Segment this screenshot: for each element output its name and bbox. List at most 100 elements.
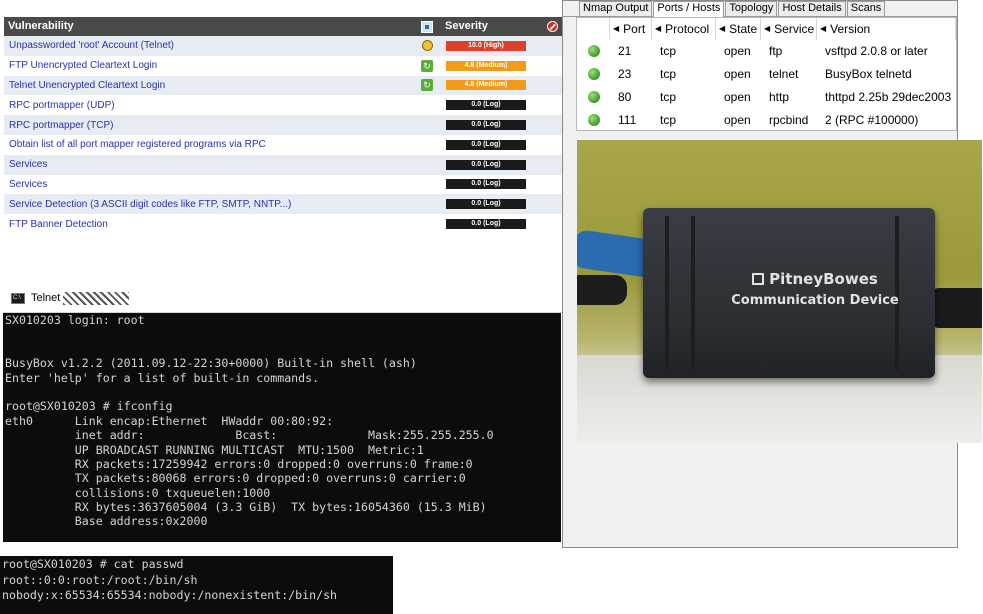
vulnerability-name-link[interactable]: FTP Unencrypted Cleartext Login xyxy=(4,60,413,71)
vulnerability-name-link[interactable]: Unpassworded 'root' Account (Telnet) xyxy=(4,40,413,51)
status-cell xyxy=(577,86,610,109)
port-row[interactable]: 21 tcp open ftp vsftpd 2.0.8 or later xyxy=(577,40,956,63)
sort-arrow-icon: ◀ xyxy=(719,24,726,33)
vulnerability-row[interactable]: Telnet Unencrypted Cleartext Login ↻ 4.8 (… xyxy=(4,75,562,96)
vulnerability-column-header[interactable]: Vulnerability xyxy=(4,17,413,36)
severity-cell: 0.0 (Log) xyxy=(441,199,562,210)
open-status-icon xyxy=(588,91,600,103)
tab-ports-hosts[interactable]: Ports / Hosts xyxy=(653,1,725,17)
open-status-icon xyxy=(588,45,600,57)
severity-badge: 0.0 (Log) xyxy=(446,159,526,170)
port-row[interactable]: 80 tcp open http thttpd 2.25b 29dec2003 xyxy=(577,86,956,109)
severity-badge: 0.0 (Log) xyxy=(446,219,526,230)
terminal-line: root@SX010203 # cat passwd xyxy=(2,557,184,571)
refresh-icon: ↻ xyxy=(421,59,433,72)
column-header-label: State xyxy=(729,22,758,36)
vulnerability-name-link[interactable]: FTP Banner Detection xyxy=(4,219,413,230)
vulnerability-row[interactable]: RPC portmapper (TCP) 0.0 (Log) xyxy=(4,115,562,135)
vulnerability-header: Vulnerability Severity xyxy=(4,17,562,36)
protocol-cell: tcp xyxy=(660,113,677,127)
severity-badge: 0.0 (Log) xyxy=(446,139,526,150)
terminal-line: root@SX010203 # ifconfig xyxy=(5,399,173,414)
severity-badge: 0.0 (Log) xyxy=(446,100,526,111)
tab-nmap-output[interactable]: Nmap Output xyxy=(579,1,653,16)
vulnerability-name-link[interactable]: Service Detection (3 ASCII digit codes l… xyxy=(4,199,413,210)
severity-header-label: Severity xyxy=(445,20,488,32)
column-header-state[interactable]: ◀ State xyxy=(716,18,761,40)
status-cell xyxy=(577,63,610,86)
vulnerability-row[interactable]: FTP Unencrypted Cleartext Login ↻ 4.8 (Med… xyxy=(4,56,562,76)
column-header-port[interactable]: ◀ Port xyxy=(610,18,652,40)
column-header-label: Port xyxy=(623,22,646,36)
tab-topology[interactable]: Topology xyxy=(725,1,778,16)
vulnerability-row[interactable]: Obtain list of all port mapper registere… xyxy=(4,135,562,155)
column-header-protocol[interactable]: ◀ Protocol xyxy=(652,18,716,40)
vulnerability-name-link[interactable]: Services xyxy=(4,179,413,190)
state-cell: open xyxy=(724,67,751,81)
sort-arrow-icon: ◀ xyxy=(655,24,662,33)
vulnerability-row[interactable]: FTP Banner Detection 0.0 (Log) xyxy=(4,214,562,234)
column-header-label: Version xyxy=(830,22,871,36)
passwd-terminal-output[interactable]: root@SX010203 # cat passwd root::0:0:root… xyxy=(0,556,393,614)
state-cell: open xyxy=(724,90,751,104)
vulnerability-row[interactable]: Services 0.0 (Log) xyxy=(4,154,562,175)
no-entry-icon xyxy=(547,21,558,32)
telnet-titlebar[interactable]: C:\ Telnet xyxy=(3,284,561,313)
terminal-line: RX bytes:3637605004 (3.3 GiB) TX bytes:1… xyxy=(5,500,487,515)
column-header-version[interactable]: ◀ Version xyxy=(817,18,956,40)
telnet-terminal-output[interactable]: SX010203 login: root BusyBox v1.2.2 (2011… xyxy=(3,313,561,542)
terminal-icon: C:\ xyxy=(11,292,25,304)
filter-column-header[interactable] xyxy=(413,17,441,36)
port-row[interactable]: 111 tcp open rpcbind 2 (RPC #100000) xyxy=(577,109,956,132)
tab-host-details[interactable]: Host Details xyxy=(778,1,846,16)
port-cell: 23 xyxy=(618,67,632,81)
tab-scans[interactable]: Scans xyxy=(846,1,886,16)
severity-badge: 0.0 (Log) xyxy=(446,179,526,190)
severity-cell: 0.0 (Log) xyxy=(441,179,562,190)
telnet-window-title: Telnet xyxy=(31,292,61,304)
device-brand-text: PitneyBowes xyxy=(769,270,878,288)
severity-cell: 0.0 (Log) xyxy=(441,120,562,131)
terminal-line: TX packets:80068 errors:0 dropped:0 over… xyxy=(5,471,466,486)
protocol-cell: tcp xyxy=(660,67,677,81)
version-cell: thttpd 2.25b 29dec2003 xyxy=(825,90,952,104)
vulnerability-row[interactable]: Service Detection (3 ASCII digit codes l… xyxy=(4,194,562,215)
vulnerability-name-link[interactable]: Services xyxy=(4,159,413,170)
severity-badge: 4.8 (Medium) xyxy=(446,80,526,91)
vulnerability-name-link[interactable]: RPC portmapper (UDP) xyxy=(4,100,413,111)
severity-column-header[interactable]: Severity xyxy=(441,17,562,36)
terminal-line: Base address:0x2000 xyxy=(5,514,208,529)
vulnerability-icon-cell: ↻ xyxy=(413,59,441,72)
severity-cell: 4.8 (Medium) xyxy=(441,80,562,91)
open-status-icon xyxy=(588,114,600,126)
severity-cell: 4.8 (Medium) xyxy=(441,60,562,71)
port-cell: 111 xyxy=(618,113,637,127)
vulnerability-panel: Vulnerability Severity Unpassworded 'roo… xyxy=(4,17,562,237)
service-cell: http xyxy=(769,90,790,104)
service-cell: rpcbind xyxy=(769,113,809,127)
column-header-label: Protocol xyxy=(665,22,710,36)
terminal-line: nobody:x:65534:65534:nobody:/nonexistent… xyxy=(2,588,338,602)
state-cell: open xyxy=(724,44,751,58)
severity-cell: 0.0 (Log) xyxy=(441,139,562,150)
vulnerability-name-link[interactable]: Obtain list of all port mapper registere… xyxy=(4,139,413,150)
vulnerability-row[interactable]: RPC portmapper (UDP) 0.0 (Log) xyxy=(4,95,562,115)
vulnerability-row[interactable]: Unpassworded 'root' Account (Telnet) 10.0… xyxy=(4,36,562,56)
communication-device: PitneyBowes Communication Device xyxy=(643,208,935,378)
port-cell: 80 xyxy=(618,90,632,104)
telnet-window: C:\ Telnet SX010203 login: root BusyBox v… xyxy=(3,284,561,542)
port-row[interactable]: 23 tcp open telnet BusyBox telnetd xyxy=(577,63,956,86)
vulnerability-name-link[interactable]: RPC portmapper (TCP) xyxy=(4,120,413,131)
column-header-service[interactable]: ◀ Service xyxy=(761,18,817,40)
vulnerability-name-link[interactable]: Telnet Unencrypted Cleartext Login xyxy=(4,80,413,91)
sort-arrow-icon: ◀ xyxy=(613,24,620,33)
status-column-header xyxy=(577,18,610,40)
terminal-line: root::0:0:root:/root:/bin/sh xyxy=(2,572,198,587)
protocol-cell: tcp xyxy=(660,44,677,58)
refresh-icon: ↻ xyxy=(421,79,433,92)
vulnerability-row[interactable]: Services 0.0 (Log) xyxy=(4,175,562,195)
filter-icon xyxy=(421,20,433,33)
terminal-line: collisions:0 txqueuelen:1000 xyxy=(5,485,271,500)
